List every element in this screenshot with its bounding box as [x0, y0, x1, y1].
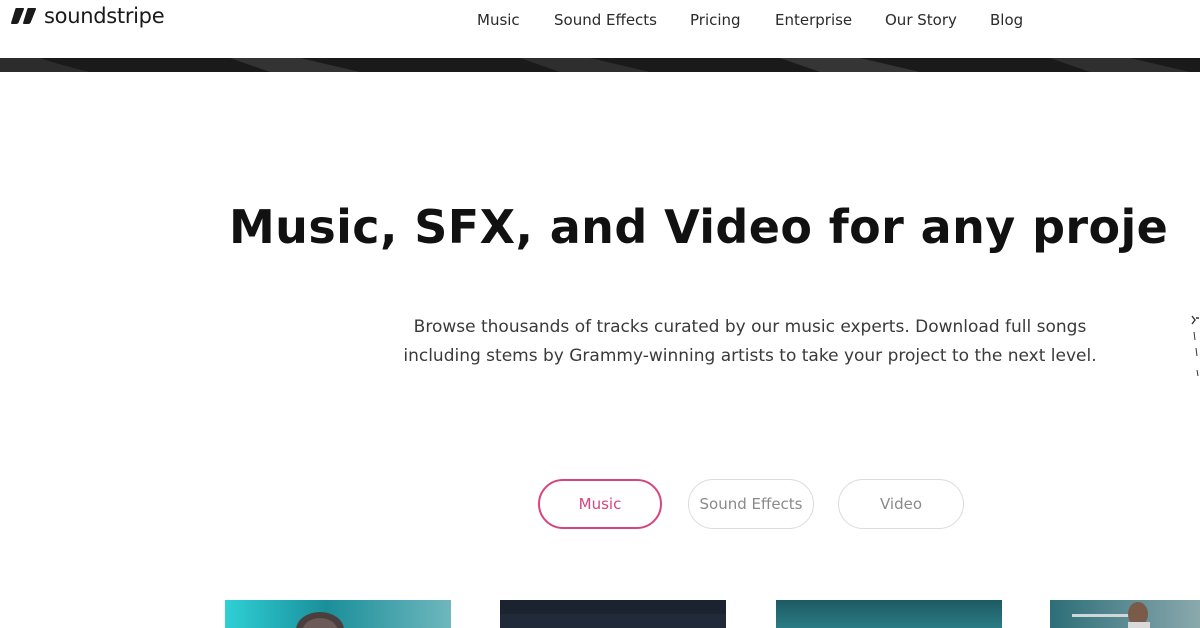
header-wave-band: [0, 58, 1200, 72]
tab-sound-effects[interactable]: Sound Effects: [688, 479, 814, 529]
hero-headline: Music, SFX, and Video for any proje: [229, 200, 1169, 254]
nav-item-enterprise[interactable]: Enterprise: [775, 8, 852, 32]
tab-video[interactable]: Video: [838, 479, 964, 529]
card-thumbnail: [500, 600, 726, 628]
card-thumbnail: [776, 600, 1002, 628]
tab-music[interactable]: Music: [538, 479, 662, 529]
hero-subtext: Browse thousands of tracks curated by ou…: [403, 317, 1097, 366]
soundstripe-logo[interactable]: soundstripe: [10, 2, 165, 30]
media-card[interactable]: [500, 600, 726, 628]
media-card[interactable]: [776, 600, 1002, 628]
logo-text: soundstripe: [44, 4, 165, 28]
site-header: soundstripe Music Sound Effects Pricing …: [0, 0, 1200, 58]
media-card[interactable]: [1050, 600, 1200, 628]
soundstripe-logo-icon: [11, 8, 37, 24]
page: soundstripe Music Sound Effects Pricing …: [0, 0, 1200, 628]
nav-item-music[interactable]: Music: [477, 8, 520, 32]
card-thumbnail: [1050, 600, 1200, 628]
nav-item-pricing[interactable]: Pricing: [690, 8, 741, 32]
nav-item-sound-effects[interactable]: Sound Effects: [554, 8, 657, 32]
nav-item-blog[interactable]: Blog: [990, 8, 1023, 32]
card-thumbnail: [225, 600, 451, 628]
nav-item-our-story[interactable]: Our Story: [885, 8, 957, 32]
side-scribble-decoration: [1191, 315, 1199, 377]
media-card[interactable]: [225, 600, 451, 628]
